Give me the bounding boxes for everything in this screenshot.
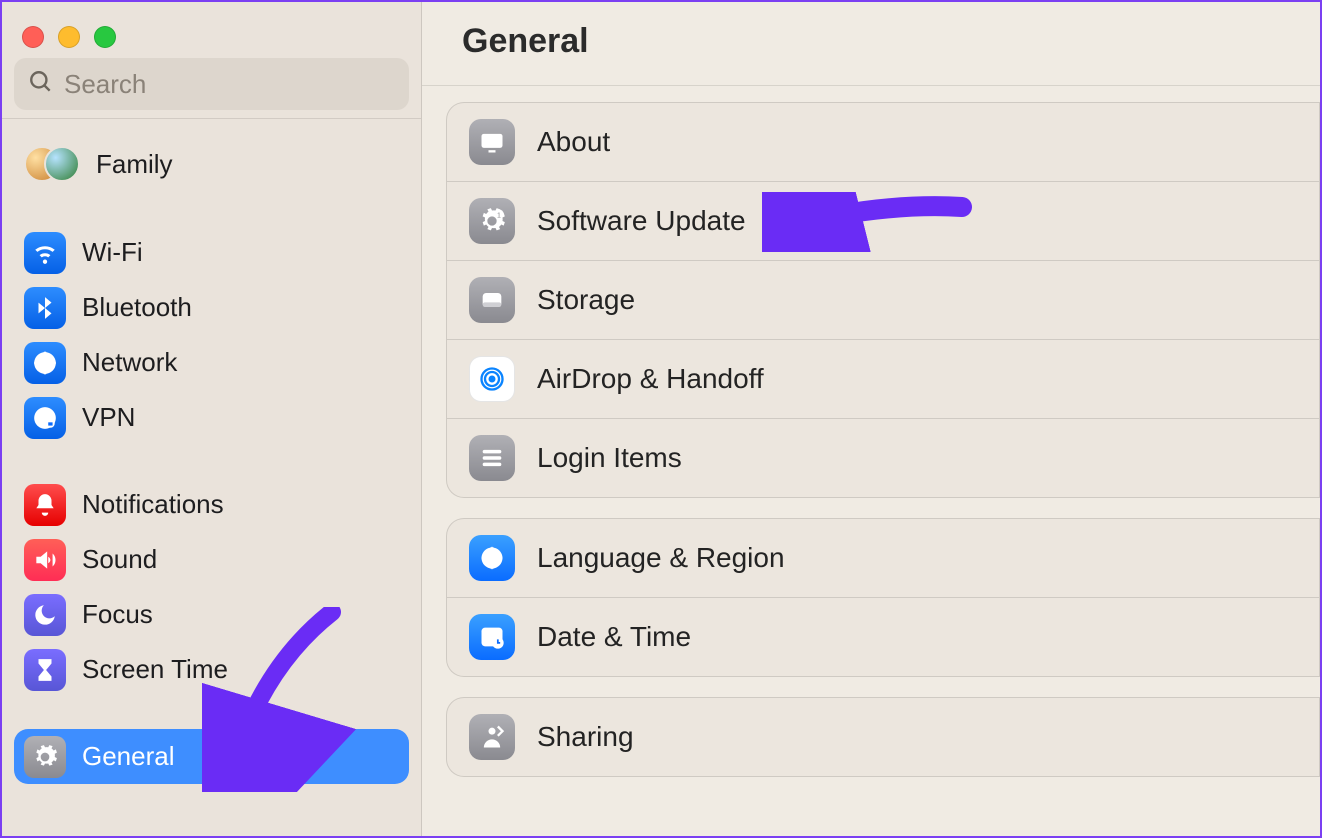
sharing-icon	[469, 714, 515, 760]
moon-icon	[24, 594, 66, 636]
family-avatars-icon	[24, 144, 80, 184]
sidebar-item-label: Focus	[82, 599, 153, 630]
sidebar-item-label: General	[82, 741, 175, 772]
display-icon	[469, 119, 515, 165]
row-airdrop-handoff[interactable]: AirDrop & Handoff	[447, 339, 1319, 418]
svg-text:1: 1	[497, 213, 501, 220]
row-label: AirDrop & Handoff	[537, 363, 764, 395]
sidebar-item-screentime[interactable]: Screen Time	[14, 642, 409, 697]
sidebar-item-wifi[interactable]: Wi-Fi	[14, 225, 409, 280]
sidebar-item-sound[interactable]: Sound	[14, 532, 409, 587]
group-2: Language & Region Date & Time	[446, 518, 1320, 677]
network-icon	[24, 342, 66, 384]
row-sharing[interactable]: Sharing	[447, 698, 1319, 776]
group-3: Sharing	[446, 697, 1320, 777]
sidebar-item-label: Wi-Fi	[82, 237, 143, 268]
wifi-icon	[24, 232, 66, 274]
sidebar-item-family[interactable]: Family	[14, 135, 409, 193]
main-header: General	[422, 2, 1320, 86]
row-about[interactable]: About	[447, 103, 1319, 181]
row-login-items[interactable]: Login Items	[447, 418, 1319, 497]
sidebar-list: Family Wi-Fi Bluetooth	[2, 118, 421, 836]
settings-window: Family Wi-Fi Bluetooth	[2, 2, 1320, 836]
row-software-update[interactable]: 1 Software Update	[447, 181, 1319, 260]
sidebar-item-notifications[interactable]: Notifications	[14, 477, 409, 532]
gear-icon	[24, 736, 66, 778]
sidebar-item-vpn[interactable]: VPN	[14, 390, 409, 445]
search-input[interactable]	[64, 69, 395, 100]
minimize-button[interactable]	[58, 26, 80, 48]
bell-icon	[24, 484, 66, 526]
calendar-clock-icon	[469, 614, 515, 660]
window-traffic-lights	[2, 2, 421, 58]
sidebar-item-label: Network	[82, 347, 177, 378]
hourglass-icon	[24, 649, 66, 691]
row-label: Sharing	[537, 721, 634, 753]
page-title: General	[462, 22, 1280, 61]
row-label: Software Update	[537, 205, 746, 237]
row-label: Language & Region	[537, 542, 785, 574]
row-label: Date & Time	[537, 621, 691, 653]
row-language-region[interactable]: Language & Region	[447, 519, 1319, 597]
search-field-container[interactable]	[14, 58, 409, 110]
row-storage[interactable]: Storage	[447, 260, 1319, 339]
storage-icon	[469, 277, 515, 323]
sidebar-item-label: Sound	[82, 544, 157, 575]
sidebar-item-label: VPN	[82, 402, 135, 433]
row-label: Storage	[537, 284, 635, 316]
airdrop-icon	[469, 356, 515, 402]
row-label: About	[537, 126, 610, 158]
globe-icon	[469, 535, 515, 581]
row-label: Login Items	[537, 442, 682, 474]
sidebar: Family Wi-Fi Bluetooth	[2, 2, 422, 836]
close-button[interactable]	[22, 26, 44, 48]
sidebar-item-label: Notifications	[82, 489, 224, 520]
content-groups: About 1 Software Update Storage	[422, 86, 1320, 797]
sidebar-item-label: Bluetooth	[82, 292, 192, 323]
group-1: About 1 Software Update Storage	[446, 102, 1320, 498]
main-pane: General About 1 Software Update	[422, 2, 1320, 836]
row-date-time[interactable]: Date & Time	[447, 597, 1319, 676]
sidebar-item-focus[interactable]: Focus	[14, 587, 409, 642]
sidebar-item-network[interactable]: Network	[14, 335, 409, 390]
gear-badge-icon: 1	[469, 198, 515, 244]
sidebar-item-general[interactable]: General	[14, 729, 409, 784]
sidebar-item-label: Family	[96, 149, 173, 180]
vpn-icon	[24, 397, 66, 439]
sound-icon	[24, 539, 66, 581]
sidebar-item-label: Screen Time	[82, 654, 228, 685]
bluetooth-icon	[24, 287, 66, 329]
search-icon	[28, 69, 54, 100]
sidebar-item-bluetooth[interactable]: Bluetooth	[14, 280, 409, 335]
list-icon	[469, 435, 515, 481]
fullscreen-button[interactable]	[94, 26, 116, 48]
